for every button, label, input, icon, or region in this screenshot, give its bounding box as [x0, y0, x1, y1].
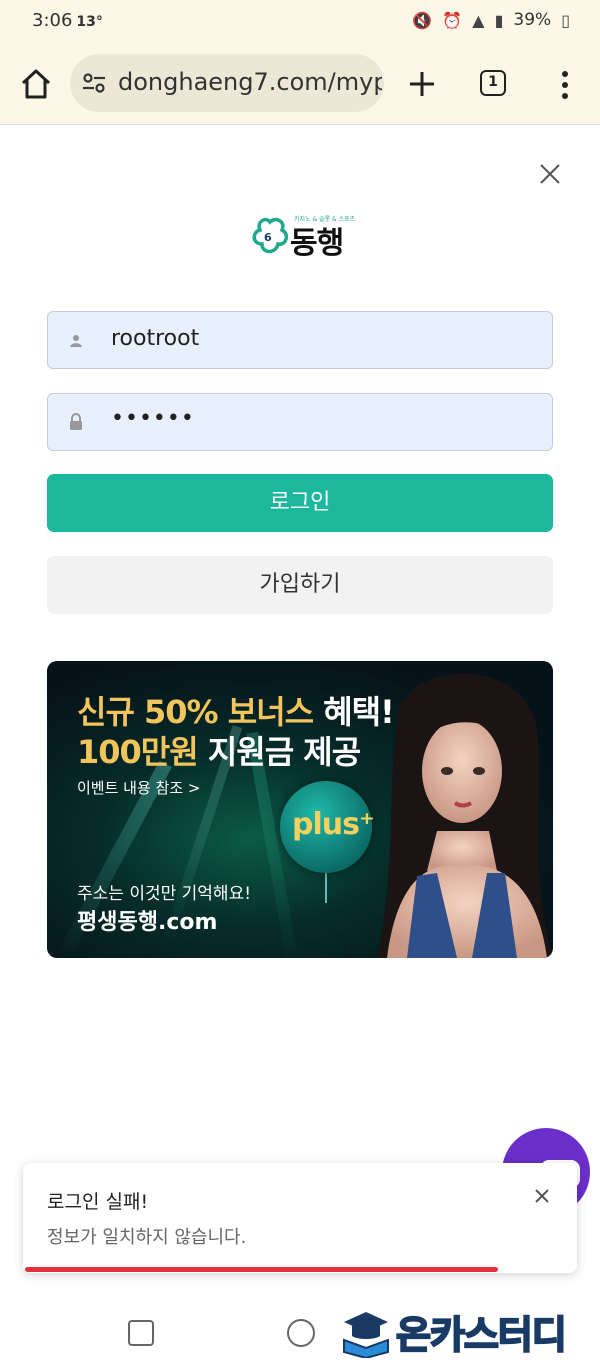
more-menu-icon[interactable]	[554, 68, 576, 102]
banner-headline-2: 100만원 지원금 제공	[77, 733, 361, 771]
signal-icon: ▮	[494, 10, 504, 30]
recent-apps-button[interactable]	[128, 1320, 154, 1346]
event-detail-link[interactable]: 이벤트 내용 참조 >	[77, 777, 200, 798]
password-value[interactable]: ••••••	[111, 406, 195, 431]
toast-title: 로그인 실패!	[47, 1191, 149, 1213]
error-toast: 로그인 실패! 정보가 일치하지 않습니다.	[23, 1163, 577, 1273]
svg-text:6: 6	[264, 231, 272, 244]
lock-icon	[70, 413, 82, 430]
battery-icon: ▯	[561, 10, 570, 30]
toast-message: 정보가 일치하지 않습니다.	[47, 1227, 247, 1248]
watermark: 온카스터디	[340, 1302, 600, 1360]
close-icon[interactable]	[536, 160, 564, 188]
status-bar: 3:06 13° 🔇 ⏰ ▲ ▮ 39% ▯	[0, 0, 600, 44]
site-settings-icon[interactable]	[82, 72, 106, 94]
home-icon[interactable]	[18, 66, 54, 102]
logo-mark-icon: 6	[252, 217, 289, 254]
battery-level: 39%	[513, 10, 552, 30]
browser-toolbar: donghaeng7.com/myp 1	[0, 44, 600, 125]
model-illustration	[377, 673, 553, 958]
graduation-book-icon	[343, 1312, 389, 1358]
address-note: 주소는 이것만 기억해요!	[77, 884, 252, 904]
status-time: 3:06 13°	[32, 10, 103, 31]
login-button[interactable]: 로그인	[47, 474, 553, 532]
address-bar[interactable]: donghaeng7.com/myp	[70, 54, 384, 112]
status-temp: 13°	[76, 14, 103, 30]
new-tab-icon[interactable]	[404, 66, 440, 102]
logo-name: 동행	[290, 226, 344, 261]
username-value[interactable]: rootroot	[111, 326, 199, 351]
plus-badge: plus⁺	[280, 781, 375, 873]
plus-stem	[325, 873, 327, 903]
site-logo: 6 카지노 & 슬롯 & 스포츠 동행	[250, 212, 360, 261]
mute-icon: 🔇	[412, 10, 433, 30]
password-field[interactable]: ••••••	[47, 393, 553, 451]
toast-progress-bar	[25, 1267, 498, 1272]
alarm-icon: ⏰	[442, 10, 463, 30]
user-icon	[70, 335, 82, 347]
watermark-text: 온카스터디	[395, 1312, 568, 1358]
promo-banner[interactable]: 신규 50% 보너스 혜택! 100만원 지원금 제공 이벤트 내용 참조 > …	[47, 661, 553, 958]
toast-close-icon[interactable]	[533, 1187, 551, 1205]
tab-switcher-button[interactable]: 1	[480, 70, 506, 96]
join-button[interactable]: 가입하기	[47, 556, 553, 614]
url-text[interactable]: donghaeng7.com/myp	[118, 68, 382, 96]
status-icons: 🔇 ⏰ ▲ ▮ 39% ▯	[412, 10, 570, 30]
wifi-icon: ▲	[472, 10, 485, 30]
permanent-address: 평생동행.com	[77, 910, 218, 935]
username-field[interactable]: rootroot	[47, 311, 553, 369]
home-button[interactable]	[287, 1319, 315, 1347]
